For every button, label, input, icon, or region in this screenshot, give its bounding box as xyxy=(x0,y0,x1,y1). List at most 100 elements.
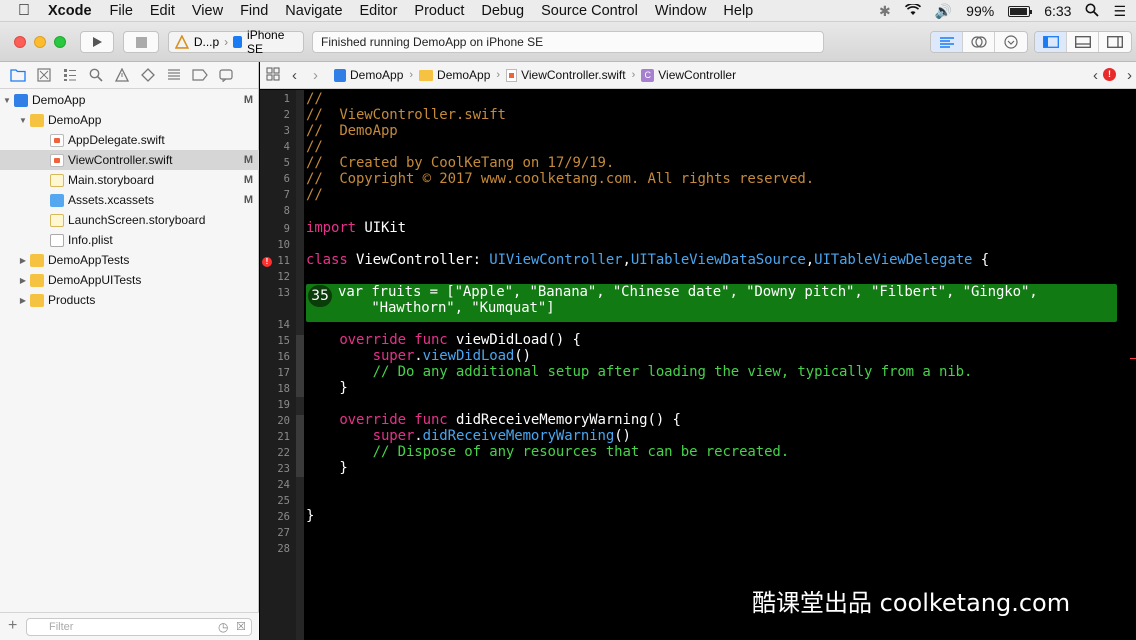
stop-button[interactable] xyxy=(123,31,159,53)
breadcrumb-project[interactable]: DemoApp xyxy=(334,68,403,82)
tree-item-file[interactable]: AppDelegate.swift xyxy=(0,130,259,150)
battery-icon[interactable] xyxy=(1008,5,1033,17)
code-line: // xyxy=(306,91,323,107)
error-marker-icon[interactable]: ! xyxy=(262,257,272,267)
menu-find[interactable]: Find xyxy=(240,3,268,19)
run-button[interactable] xyxy=(80,31,114,53)
code-keyword: import xyxy=(306,220,356,236)
forward-button[interactable]: › xyxy=(313,67,318,84)
breadcrumb-label: DemoApp xyxy=(437,68,491,82)
zoom-window-button[interactable] xyxy=(54,36,66,48)
disclosure-open-icon[interactable]: ▼ xyxy=(18,116,28,125)
tree-item-project[interactable]: ▼ DemoApp M xyxy=(0,90,259,110)
menu-window[interactable]: Window xyxy=(655,3,707,19)
report-navigator-tab-icon[interactable] xyxy=(218,67,234,83)
code-line: override func viewDidLoad() { xyxy=(306,332,581,348)
volume-icon[interactable]: 🔊 xyxy=(935,3,952,20)
menu-view[interactable]: View xyxy=(192,3,223,19)
chevron-right-icon: › xyxy=(224,35,229,49)
menu-debug[interactable]: Debug xyxy=(481,3,524,19)
version-editor-button[interactable] xyxy=(995,32,1027,52)
tree-item-group[interactable]: ▼ DemoApp xyxy=(0,110,259,130)
debug-navigator-tab-icon[interactable] xyxy=(166,67,182,83)
tree-item-group[interactable]: ▶ DemoAppTests xyxy=(0,250,259,270)
line-number: 17 xyxy=(277,367,290,379)
project-navigator-tab-icon[interactable] xyxy=(10,67,26,83)
code-line: // DemoApp xyxy=(306,123,398,139)
disclosure-closed-icon[interactable]: ▶ xyxy=(18,276,28,285)
breadcrumb-group[interactable]: DemoApp xyxy=(419,68,490,82)
code-text: ViewController: xyxy=(347,252,490,268)
related-items-icon[interactable] xyxy=(266,66,280,84)
code-method: viewDidLoad xyxy=(422,348,515,364)
code-line: // xyxy=(306,187,323,203)
tree-item-file-selected[interactable]: ViewController.swift M xyxy=(0,150,259,170)
spotlight-search-icon[interactable] xyxy=(1085,3,1100,20)
tree-item-group[interactable]: ▶ DemoAppUITests xyxy=(0,270,259,290)
bluetooth-icon[interactable]: ✱ xyxy=(879,3,891,20)
line-number: 3 xyxy=(283,125,290,137)
standard-editor-button[interactable] xyxy=(931,32,963,52)
notification-center-icon[interactable]: ☰ xyxy=(1113,3,1126,20)
menu-editor[interactable]: Editor xyxy=(360,3,398,19)
menu-navigate[interactable]: Navigate xyxy=(285,3,342,19)
scheme-selector[interactable]: D...p › iPhone SE xyxy=(168,28,304,56)
back-button[interactable]: ‹ xyxy=(292,67,297,84)
line-count-badge: 35 xyxy=(308,285,332,307)
tree-item-group[interactable]: ▶ Products xyxy=(0,290,259,310)
test-navigator-tab-icon[interactable] xyxy=(140,67,156,83)
add-file-icon[interactable]: + xyxy=(8,617,17,635)
wifi-icon[interactable] xyxy=(904,3,921,19)
scheme-device-label: iPhone SE xyxy=(247,28,285,56)
line-number-gutter[interactable]: 1 2 3 4 5 6 7 8 9 10 11 12 13 14 15 16 1… xyxy=(260,90,296,640)
menu-product[interactable]: Product xyxy=(414,3,464,19)
menu-help[interactable]: Help xyxy=(723,3,753,19)
apple-menu-icon[interactable]:  xyxy=(0,2,48,20)
toggle-debug-area-button[interactable] xyxy=(1067,32,1099,52)
previous-issue-button[interactable]: ‹ xyxy=(1093,67,1098,84)
tree-item-label: Main.storyboard xyxy=(68,173,155,187)
minimize-window-button[interactable] xyxy=(34,36,46,48)
symbol-navigator-tab-icon[interactable] xyxy=(62,67,78,83)
battery-percent[interactable]: 99% xyxy=(966,3,994,19)
tree-item-file[interactable]: LaunchScreen.storyboard xyxy=(0,210,259,230)
close-window-button[interactable] xyxy=(14,36,26,48)
filter-scm-icon[interactable]: ☒ xyxy=(236,620,246,633)
source-editor[interactable]: 1 2 3 4 5 6 7 8 9 10 11 12 13 14 15 16 1… xyxy=(260,90,1136,640)
class-symbol-icon: C xyxy=(641,68,655,82)
tree-item-file[interactable]: Assets.xcassets M xyxy=(0,190,259,210)
folder-icon xyxy=(30,293,44,307)
toolbar: D...p › iPhone SE Finished running DemoA… xyxy=(0,22,1136,62)
error-badge-icon[interactable]: ! xyxy=(1103,68,1116,81)
assistant-editor-button[interactable] xyxy=(963,32,995,52)
menu-edit[interactable]: Edit xyxy=(150,3,175,19)
source-control-tab-icon[interactable] xyxy=(36,67,52,83)
code-folding-ribbon[interactable] xyxy=(296,90,304,640)
code-comment: // Dispose of any resources that can be … xyxy=(372,444,790,460)
tree-item-file[interactable]: Info.plist xyxy=(0,230,259,250)
project-navigator: ▼ DemoApp M ▼ DemoApp AppDelegate.swift … xyxy=(0,62,259,640)
line-number: 1 xyxy=(283,93,290,105)
menu-file[interactable]: File xyxy=(110,3,133,19)
next-issue-button[interactable]: › xyxy=(1127,67,1132,84)
clock[interactable]: 6:33 xyxy=(1044,3,1071,19)
breadcrumb-file[interactable]: ViewController.swift xyxy=(506,68,626,82)
menu-app-name[interactable]: Xcode xyxy=(48,3,92,19)
code-line: import UIKit xyxy=(306,220,406,236)
find-navigator-tab-icon[interactable] xyxy=(88,67,104,83)
recent-files-icon[interactable]: ◷ xyxy=(218,620,228,634)
disclosure-open-icon[interactable]: ▼ xyxy=(2,96,12,105)
tree-item-file[interactable]: Main.storyboard M xyxy=(0,170,259,190)
disclosure-closed-icon[interactable]: ▶ xyxy=(18,296,28,305)
project-icon xyxy=(334,68,346,82)
line-number: 2 xyxy=(283,109,290,121)
breakpoint-navigator-tab-icon[interactable] xyxy=(192,67,208,83)
breadcrumb-symbol[interactable]: C ViewController xyxy=(641,68,736,82)
toggle-navigator-button[interactable] xyxy=(1035,32,1067,52)
menu-source-control[interactable]: Source Control xyxy=(541,3,638,19)
play-icon xyxy=(93,37,102,47)
disclosure-closed-icon[interactable]: ▶ xyxy=(18,256,28,265)
toggle-utilities-button[interactable] xyxy=(1099,32,1131,52)
tree-item-label: Info.plist xyxy=(68,233,113,247)
issue-navigator-tab-icon[interactable] xyxy=(114,67,130,83)
